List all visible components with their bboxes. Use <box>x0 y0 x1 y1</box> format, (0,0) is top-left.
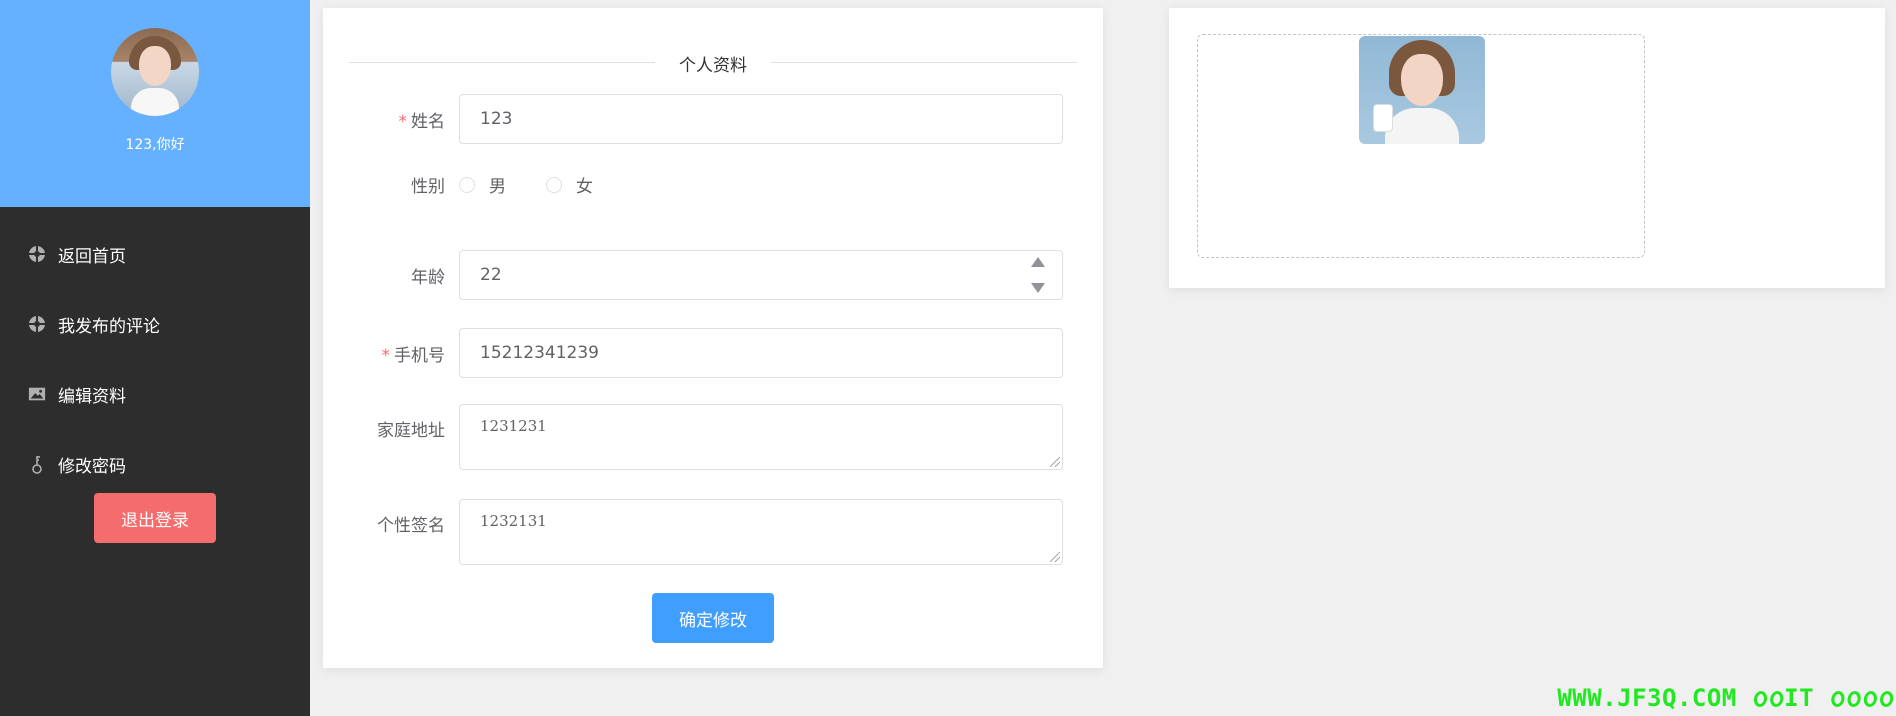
dashboard-icon <box>28 315 46 333</box>
avatar-upload-card <box>1169 8 1885 288</box>
age-label: 年龄 <box>411 267 445 288</box>
sidebar-item-label: 返回首页 <box>58 246 126 267</box>
gender-radio-group: 男 女 <box>459 172 633 197</box>
sidebar-item-label: 编辑资料 <box>58 386 126 407</box>
sidebar-item-label: 修改密码 <box>58 456 126 477</box>
radio-label: 男 <box>489 177 506 197</box>
phone-input[interactable]: 15212341239 <box>459 328 1063 378</box>
form-row-phone: * 手机号 15212341239 <box>323 328 1103 378</box>
sidebar-item-edit-profile[interactable]: 编辑资料 <box>0 359 310 429</box>
greeting-text: 123,你好 <box>125 137 185 153</box>
watermark-text: WWW.JF3Q.COM 𐒠𐒠IT 𐒠𐒠𐒠𐒠 <box>1557 684 1894 712</box>
address-textarea[interactable]: 1231231 <box>459 404 1063 470</box>
name-label: 姓名 <box>411 111 445 132</box>
uploaded-avatar-image <box>1359 36 1485 144</box>
radio-label: 女 <box>576 177 593 197</box>
resize-handle-icon[interactable] <box>1050 552 1060 562</box>
form-row-address: 家庭地址 1231231 <box>323 404 1103 470</box>
dashboard-icon <box>28 245 46 263</box>
age-input[interactable]: 22 <box>459 250 1063 300</box>
form-row-signature: 个性签名 1232131 <box>323 499 1103 565</box>
form-row-age: 年龄 22 <box>323 250 1103 300</box>
logout-button[interactable]: 退出登录 <box>94 493 216 543</box>
form-row-gender: 性别 男 女 <box>323 172 1103 197</box>
profile-form-card: 个人资料 * 姓名 123 性别 男 女 年龄 22 * 手机号 1521234… <box>323 8 1103 668</box>
avatar-upload-area[interactable] <box>1197 34 1645 258</box>
age-stepper[interactable] <box>1030 257 1046 293</box>
increment-arrow-icon[interactable] <box>1031 257 1045 267</box>
resize-handle-icon[interactable] <box>1050 457 1060 467</box>
name-input[interactable]: 123 <box>459 94 1063 144</box>
sidebar-nav: 返回首页 我发布的评论 编辑资料 修改密码 <box>0 219 310 499</box>
avatar[interactable] <box>111 28 199 116</box>
sidebar-item-change-password[interactable]: 修改密码 <box>0 429 310 499</box>
profile-panel: 123,你好 <box>0 0 310 207</box>
submit-button[interactable]: 确定修改 <box>652 593 774 643</box>
phone-label: 手机号 <box>394 345 445 366</box>
gender-radio-female[interactable]: 女 <box>546 172 593 197</box>
sidebar-item-home[interactable]: 返回首页 <box>0 219 310 289</box>
address-label: 家庭地址 <box>377 421 445 441</box>
radio-circle[interactable] <box>459 176 475 193</box>
address-value: 1231231 <box>480 417 547 435</box>
gender-label: 性别 <box>411 177 445 197</box>
required-mark: * <box>398 111 408 132</box>
sidebar-item-my-comments[interactable]: 我发布的评论 <box>0 289 310 359</box>
signature-value: 1232131 <box>480 512 547 530</box>
required-mark: * <box>381 345 391 366</box>
decrement-arrow-icon[interactable] <box>1031 283 1045 293</box>
form-title: 个人资料 <box>655 51 771 76</box>
form-row-name: * 姓名 123 <box>323 94 1103 144</box>
sidebar-item-label: 我发布的评论 <box>58 316 160 337</box>
signature-textarea[interactable]: 1232131 <box>459 499 1063 565</box>
gender-radio-male[interactable]: 男 <box>459 172 506 197</box>
signature-label: 个性签名 <box>377 516 445 536</box>
radio-circle[interactable] <box>546 176 562 193</box>
image-icon <box>28 385 46 403</box>
key-icon <box>28 455 46 474</box>
sidebar: 123,你好 返回首页 我发布的评论 编辑资料 修改密码 退出登录 <box>0 0 310 716</box>
age-value: 22 <box>480 265 502 285</box>
